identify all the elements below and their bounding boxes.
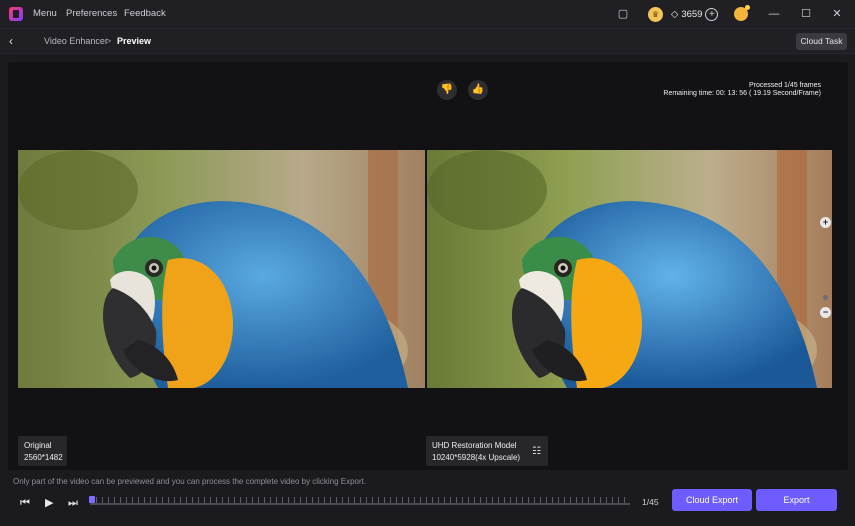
zoom-slider-handle[interactable] [823, 295, 828, 300]
breadcrumb-parent[interactable]: Video Enhancer [44, 36, 108, 46]
back-icon[interactable]: ‹ [9, 34, 23, 48]
preview-notice: Only part of the video can be previewed … [13, 477, 367, 486]
menu-preferences[interactable]: Preferences [66, 8, 117, 19]
cloud-export-button[interactable]: Cloud Export [672, 489, 752, 511]
model-name: UHD Restoration Model [432, 441, 517, 450]
minimize-button[interactable]: — [766, 6, 782, 22]
original-image[interactable] [18, 150, 425, 388]
credits-display[interactable]: ◇ 3659 + [671, 6, 719, 23]
breadcrumb: ‹ Video Enhancer > Preview Cloud Task [0, 28, 855, 54]
previous-frame-button[interactable]: ⏮ [20, 496, 30, 510]
avatar-icon[interactable] [734, 5, 750, 21]
play-button[interactable]: ▶ [45, 496, 53, 510]
original-title: Original [24, 441, 52, 450]
export-button[interactable]: Export [756, 489, 837, 511]
timeline-track[interactable] [90, 503, 630, 505]
cloud-task-button[interactable]: Cloud Task [796, 33, 847, 50]
remaining-time: Remaining time: 00: 13: 56 ( 19.19 Secon… [663, 90, 821, 97]
menu-menu[interactable]: Menu [33, 8, 57, 19]
close-button[interactable]: ✕ [829, 6, 845, 22]
timeline-playhead[interactable] [89, 496, 95, 503]
zoom-in-button[interactable]: + [820, 217, 831, 228]
menu-feedback[interactable]: Feedback [124, 8, 166, 19]
enhanced-image[interactable] [427, 150, 832, 388]
diamond-icon: ◇ [671, 9, 679, 20]
frame-counter: 1/45 [642, 497, 659, 507]
chat-icon[interactable]: ▢ [616, 7, 630, 21]
breadcrumb-separator: > [106, 36, 112, 46]
original-label: Original 2560*1482 [18, 436, 67, 466]
enhanced-label: UHD Restoration Model 10240*5928(4x Upsc… [426, 436, 548, 466]
like-button[interactable]: 👍 [468, 80, 488, 100]
next-frame-button[interactable]: ⏭ [68, 496, 78, 510]
original-resolution: 2560*1482 [24, 453, 63, 462]
title-bar: Menu Preferences Feedback ▢ ♛ ◇ 3659 + —… [0, 0, 855, 28]
plus-icon[interactable]: + [705, 8, 719, 21]
app-logo [9, 7, 23, 21]
zoom-out-button[interactable]: − [820, 307, 831, 318]
page-title: Preview [117, 36, 152, 46]
crown-icon[interactable]: ♛ [648, 7, 663, 22]
enhanced-resolution: 10240*5928(4x Upscale) [432, 453, 521, 462]
maximize-button[interactable]: ☐ [798, 6, 814, 22]
settings-icon[interactable]: ☷ [532, 446, 541, 458]
dislike-button[interactable]: 👎 [437, 80, 457, 100]
credits-count: 3659 [681, 9, 703, 20]
